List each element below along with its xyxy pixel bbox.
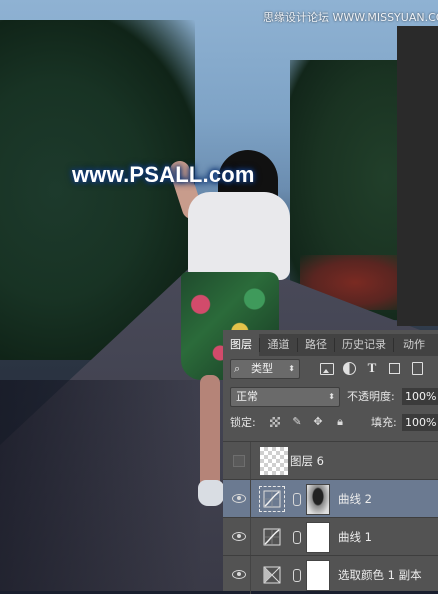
road-shadow — [0, 380, 200, 591]
selective-color-adjustment-icon — [263, 566, 281, 584]
image-filter-icon[interactable] — [320, 363, 334, 375]
fill-field[interactable]: 100% — [402, 414, 438, 431]
lock-label: 锁定: — [230, 416, 256, 429]
opacity-field[interactable]: 100% — [402, 388, 438, 405]
link-icon[interactable] — [293, 493, 301, 506]
tab-paths[interactable]: 路径 — [298, 334, 334, 356]
layer-name: 曲线 2 — [338, 492, 372, 506]
girl-leg — [200, 375, 220, 490]
lock-position-icon[interactable]: ✥ — [313, 416, 323, 427]
lock-transparent-icon[interactable] — [270, 417, 280, 427]
layer-name: 曲线 1 — [338, 530, 372, 544]
psall-watermark: www.PSALL.com — [72, 162, 255, 187]
type-filter-icon[interactable]: T — [364, 360, 380, 376]
layer-row[interactable]: 曲线 1 — [223, 517, 438, 556]
curves-adjustment-icon — [263, 528, 281, 546]
blend-mode-value: 正常 — [236, 390, 258, 403]
chevron-updown-icon: ⬍ — [288, 364, 295, 373]
tab-channels[interactable]: 通道 — [260, 334, 297, 356]
panel-tab-bar: 图层 通道 路径 历史记录 动作 — [223, 334, 438, 356]
shape-filter-icon[interactable] — [389, 363, 400, 374]
site-watermark: 思缘设计论坛 WWW.MISSYUAN.COM — [263, 11, 438, 24]
tab-actions[interactable]: 动作 — [394, 334, 434, 356]
layer-row[interactable]: 曲线 2 — [223, 479, 438, 518]
eye-icon[interactable] — [232, 532, 246, 541]
layer-row[interactable]: 图层 6 — [223, 441, 438, 480]
divider — [250, 518, 251, 556]
link-icon[interactable] — [293, 569, 301, 582]
opacity-label: 不透明度: — [347, 390, 395, 403]
filter-kind-select[interactable]: ⌕ 类型 ⬍ — [230, 359, 300, 379]
layers-panel: 图层 通道 路径 历史记录 动作 ⌕ 类型 ⬍ T 正常 ⬍ 不透明度: 100… — [223, 330, 438, 594]
layer-name: 图层 6 — [290, 454, 324, 468]
tab-layers[interactable]: 图层 — [223, 334, 259, 356]
link-icon[interactable] — [293, 531, 301, 544]
blend-row: 正常 ⬍ 不透明度: 100% — [223, 385, 438, 409]
lock-all-icon[interactable]: 🔒︎ — [335, 416, 345, 427]
smart-object-filter-icon[interactable] — [412, 362, 423, 375]
girl-shirt — [188, 192, 290, 280]
layer-mask-thumbnail[interactable] — [306, 484, 330, 515]
fill-label: 填充: — [371, 416, 397, 429]
girl-shoe — [198, 480, 224, 506]
chevron-updown-icon: ⬍ — [328, 392, 335, 401]
adjustment-filter-icon[interactable] — [343, 362, 356, 375]
curves-adjustment-icon — [259, 486, 285, 512]
filter-kind-label: 类型 — [251, 362, 273, 375]
layer-row[interactable]: 选取颜色 1 副本 — [223, 555, 438, 594]
divider — [250, 480, 251, 518]
filter-row: ⌕ 类型 ⬍ T — [223, 357, 438, 381]
tab-history[interactable]: 历史记录 — [335, 334, 393, 356]
lock-row: 锁定: ✎ ✥ 🔒︎ 填充: 100% — [223, 411, 438, 435]
eye-icon[interactable] — [232, 494, 246, 503]
search-icon: ⌕ — [234, 362, 241, 375]
lock-image-icon[interactable]: ✎ — [292, 416, 302, 427]
divider — [250, 442, 251, 480]
eye-icon[interactable] — [232, 570, 246, 579]
layer-thumbnail — [260, 447, 288, 475]
canvas-edge-strip — [397, 26, 438, 326]
visibility-toggle-off[interactable] — [233, 455, 245, 467]
layer-name: 选取颜色 1 副本 — [338, 568, 422, 582]
divider — [250, 556, 251, 594]
blend-mode-select[interactable]: 正常 ⬍ — [230, 387, 340, 407]
layer-mask-thumbnail[interactable] — [306, 522, 330, 553]
layer-mask-thumbnail[interactable] — [306, 560, 330, 591]
